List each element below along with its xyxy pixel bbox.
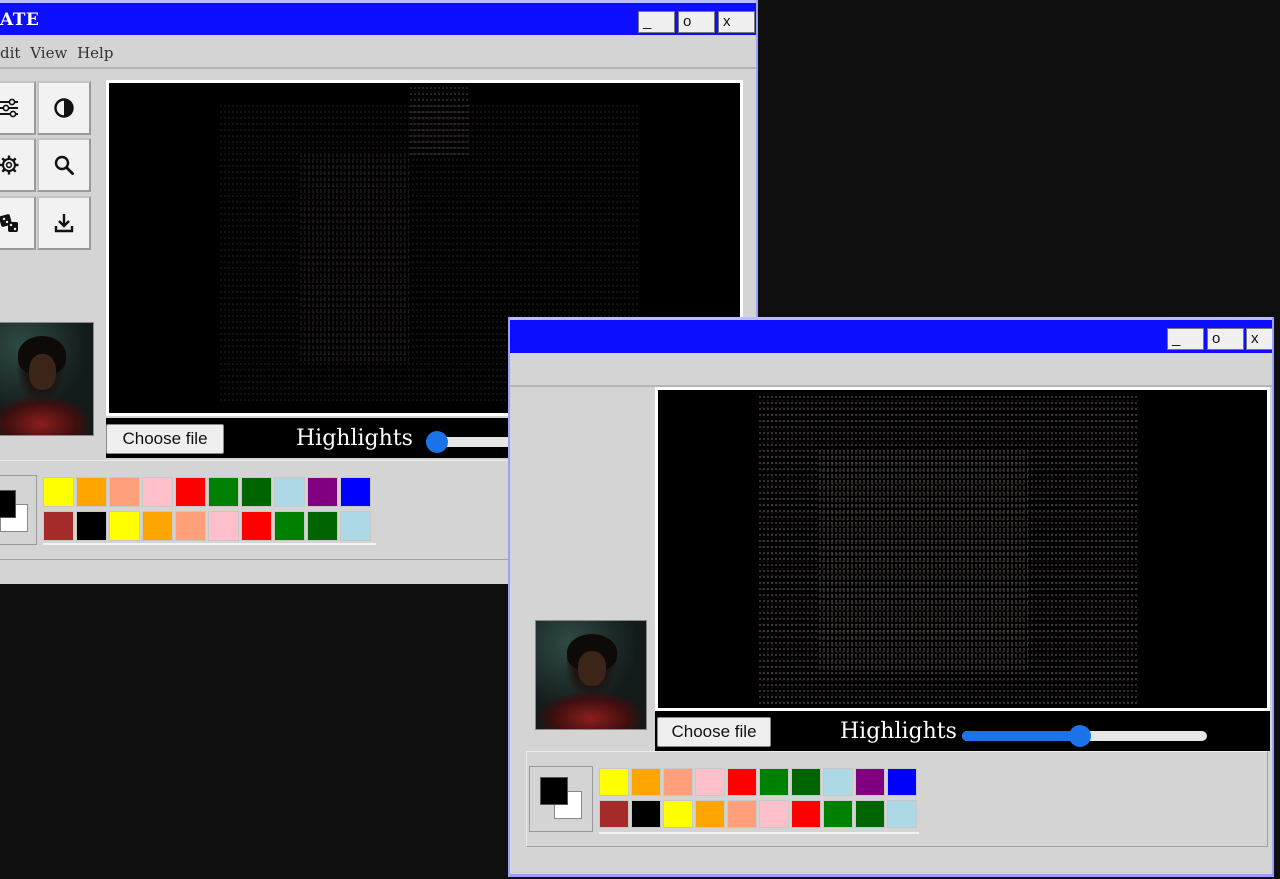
color-swatch[interactable] [274, 511, 305, 541]
menu-help[interactable]: Help [77, 44, 113, 62]
color-swatch[interactable] [307, 477, 338, 507]
color-swatch[interactable] [823, 768, 853, 796]
color-swatch[interactable] [631, 768, 661, 796]
gear-icon [0, 155, 19, 175]
color-swatch[interactable] [43, 511, 74, 541]
color-swatch[interactable] [76, 511, 107, 541]
color-palette-panel [526, 751, 1268, 847]
source-thumbnail [535, 620, 647, 730]
zoom-tool-button[interactable] [37, 138, 91, 192]
choose-file-button[interactable]: Choose file [657, 717, 771, 747]
source-thumbnail [0, 322, 94, 436]
color-swatch[interactable] [727, 768, 757, 796]
color-swatch[interactable] [274, 477, 305, 507]
output-canvas[interactable] [655, 387, 1270, 711]
color-swatch[interactable] [759, 800, 789, 828]
color-swatch[interactable] [887, 800, 917, 828]
choose-file-button[interactable]: Choose file [106, 424, 224, 454]
color-swatch[interactable] [109, 477, 140, 507]
dice-icon [0, 214, 18, 232]
color-swatch[interactable] [631, 800, 661, 828]
menu-view[interactable]: View [30, 44, 67, 62]
contrast-tool-button[interactable] [37, 81, 91, 135]
foreground-color[interactable] [0, 490, 16, 518]
menu-bar [510, 353, 1272, 387]
swatch-grid [43, 477, 376, 545]
close-button[interactable]: x [1246, 328, 1272, 350]
color-swatch[interactable] [175, 511, 206, 541]
color-swatch[interactable] [76, 477, 107, 507]
close-button[interactable]: x [718, 11, 755, 33]
color-swatch[interactable] [340, 511, 371, 541]
highlights-label: Highlights [296, 426, 413, 451]
minimize-button[interactable]: _ [638, 11, 675, 33]
search-icon [54, 155, 74, 175]
controls-bar: Choose file Highlights [655, 711, 1270, 751]
color-swatch[interactable] [208, 477, 239, 507]
minimize-button[interactable]: _ [1167, 328, 1204, 350]
color-swatch[interactable] [208, 511, 239, 541]
color-swatch-selector[interactable] [529, 766, 593, 832]
color-swatch[interactable] [663, 768, 693, 796]
slider-thumb[interactable] [426, 431, 448, 453]
adjust-tool-button[interactable] [0, 81, 36, 135]
color-swatch[interactable] [307, 511, 338, 541]
color-swatch[interactable] [142, 477, 173, 507]
slider-thumb[interactable] [1069, 725, 1092, 747]
sliders-icon [0, 98, 18, 118]
color-swatch[interactable] [695, 768, 725, 796]
color-swatch[interactable] [887, 768, 917, 796]
color-swatch[interactable] [727, 800, 757, 828]
download-tool-button[interactable] [37, 196, 91, 250]
color-swatch[interactable] [855, 800, 885, 828]
menu-edit[interactable]: dit [0, 44, 20, 62]
swatch-grid [599, 768, 919, 834]
menu-bar: dit View Help [0, 35, 756, 69]
settings-tool-button[interactable] [0, 138, 36, 192]
download-icon [54, 214, 74, 233]
editor-window-front: _ o x Choose file Highlights [508, 317, 1274, 877]
color-swatch[interactable] [599, 800, 629, 828]
color-swatch[interactable] [791, 800, 821, 828]
color-swatch[interactable] [599, 768, 629, 796]
randomize-tool-button[interactable] [0, 196, 36, 250]
color-swatch[interactable] [241, 511, 272, 541]
color-swatch[interactable] [340, 477, 371, 507]
color-swatch[interactable] [663, 800, 693, 828]
color-swatch[interactable] [175, 477, 206, 507]
color-swatch[interactable] [695, 800, 725, 828]
color-swatch-selector[interactable] [0, 475, 37, 545]
color-swatch[interactable] [142, 511, 173, 541]
contrast-icon [54, 98, 74, 118]
maximize-button[interactable]: o [1207, 328, 1244, 350]
color-swatch[interactable] [759, 768, 789, 796]
maximize-button[interactable]: o [678, 11, 715, 33]
color-swatch[interactable] [855, 768, 885, 796]
color-swatch[interactable] [109, 511, 140, 541]
highlights-label: Highlights [840, 719, 957, 744]
menu-items: dit View Help [0, 44, 118, 62]
color-swatch[interactable] [823, 800, 853, 828]
color-swatch[interactable] [241, 477, 272, 507]
color-swatch[interactable] [791, 768, 821, 796]
color-swatch[interactable] [43, 477, 74, 507]
highlights-slider[interactable] [962, 725, 1207, 747]
foreground-color[interactable] [540, 777, 568, 805]
window-title: ATE [0, 10, 40, 30]
title-bar[interactable]: _ o x [510, 317, 1272, 353]
title-bar[interactable]: ATE _ o x [0, 0, 756, 35]
